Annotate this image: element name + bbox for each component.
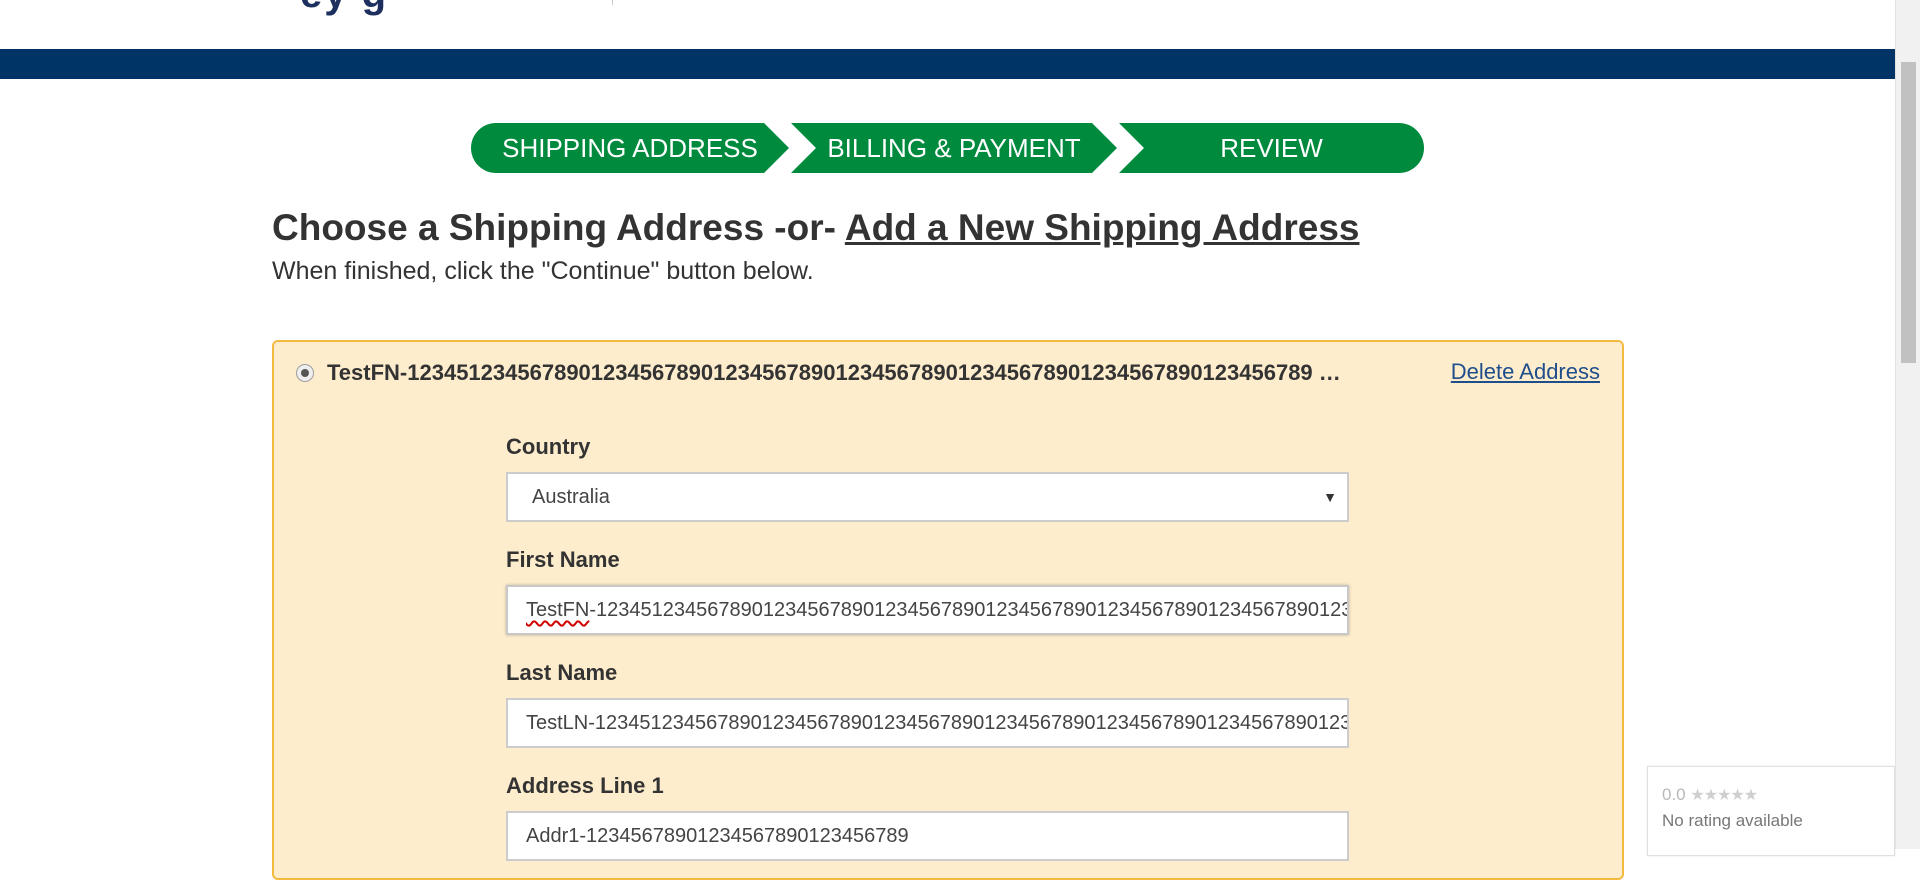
checkout-progress: SHIPPING ADDRESS BILLING & PAYMENT REVIE… [471,123,1424,173]
navigation-stripe [0,49,1895,79]
store-rating-widget[interactable]: 0.0 ★★★★★ No rating available [1647,766,1895,856]
first-name-value-rest: -123451234567890123456789012345678901234… [589,599,1349,621]
first-name-input[interactable]: TestFN-123451234567890123456789012345678… [506,585,1349,635]
step-review-label: REVIEW [1220,133,1323,163]
delete-address-link[interactable]: Delete Address [1451,359,1600,385]
last-name-label: Last Name [506,660,618,685]
address-line-1-label: Address Line 1 [506,773,664,798]
address-line-1-value: Addr1-12345678901234567890123456789 [526,825,909,847]
vertical-scrollbar[interactable] [1895,0,1920,849]
step-shipping-label: SHIPPING ADDRESS [502,133,758,163]
country-value: Australia [532,486,610,508]
address-radio-button[interactable] [296,364,314,382]
add-new-address-link[interactable]: Add a New Shipping Address [845,207,1360,248]
header-divider [612,0,613,5]
address-card: TestFN-123451234567890123456789012345678… [272,340,1624,880]
page-instructions: When finished, click the "Continue" butt… [272,257,814,285]
star-rating-icon: ★★★★★ [1690,787,1758,804]
step-shipping-address: SHIPPING ADDRESS [471,123,789,173]
country-select[interactable]: Australia ▼ [506,472,1349,522]
page-title-prefix: Choose a Shipping Address -or- [272,207,845,248]
last-name-value: TestLN-123451234567890123456789012345678… [526,712,1349,734]
first-name-label: First Name [506,547,620,572]
site-logo[interactable]: ey g [300,0,388,17]
page-title: Choose a Shipping Address -or- Add a New… [272,207,1359,249]
chevron-down-icon: ▼ [1323,489,1337,505]
first-name-value-misspelled: TestFN [526,599,590,621]
rating-status: No rating available [1662,811,1803,830]
address-line-1-input[interactable]: Addr1-12345678901234567890123456789 [506,811,1349,861]
step-billing-payment: BILLING & PAYMENT [791,123,1117,173]
last-name-input[interactable]: TestLN-123451234567890123456789012345678… [506,698,1349,748]
step-review: REVIEW [1119,123,1424,173]
rating-score: 0.0 [1662,785,1686,804]
step-billing-label: BILLING & PAYMENT [827,133,1081,163]
address-name: TestFN-123451234567890123456789012345678… [327,360,1347,385]
country-label: Country [506,434,591,459]
scrollbar-thumb[interactable] [1901,62,1916,363]
site-header: ey g [0,0,1895,49]
rating-score-row: 0.0 ★★★★★ [1662,785,1758,805]
